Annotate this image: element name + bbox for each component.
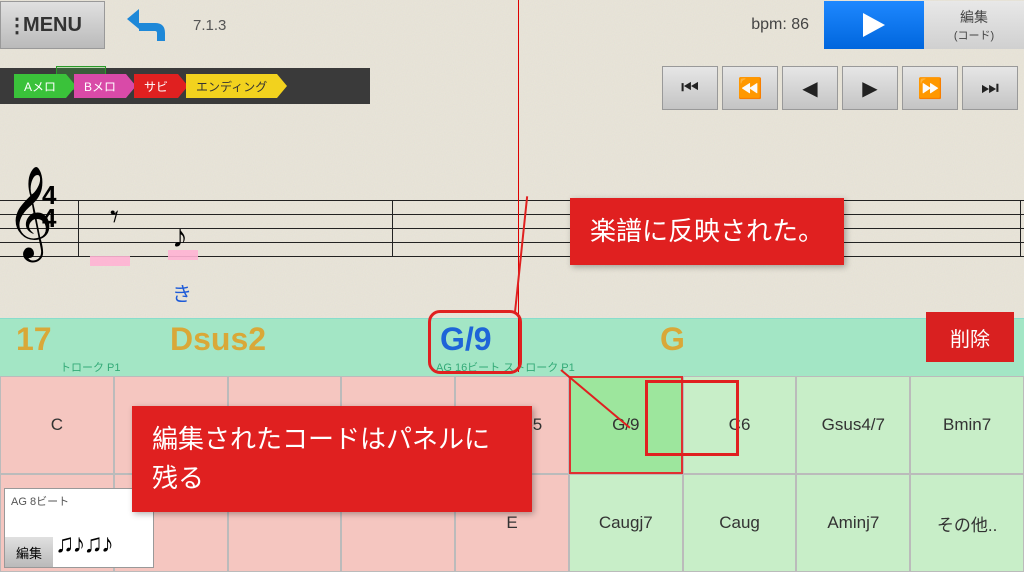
chord-cell[interactable]: その他..	[910, 474, 1024, 572]
chord-cell[interactable]: Bmin7	[910, 376, 1024, 474]
menu-button[interactable]: MENU	[0, 1, 105, 49]
callout-top: 楽譜に反映された。	[570, 198, 844, 265]
section-tag[interactable]: Bメロ	[74, 74, 126, 98]
play-icon	[859, 11, 889, 39]
mini-notes-icon: ♫♪♫♪	[55, 528, 112, 559]
edit-mode-label: 編集	[960, 7, 988, 27]
section-tag[interactable]: サビ	[134, 74, 178, 98]
highlight-grid-cell	[645, 380, 739, 456]
section-tag[interactable]: エンディング	[186, 74, 277, 98]
delete-button[interactable]: 削除	[926, 312, 1014, 362]
edit-mode-button[interactable]: 編集 (コード)	[924, 1, 1024, 49]
version-label: 7.1.3	[193, 17, 226, 34]
transport-controls: ⏮ ⏪ ◀ ▶ ⏩ ⏭	[662, 66, 1018, 110]
chord-label[interactable]: G	[660, 321, 685, 358]
prev-button[interactable]: ◀	[782, 66, 838, 110]
undo-button[interactable]	[125, 3, 173, 48]
pattern-label: トローク P1	[60, 359, 121, 375]
chord-cell[interactable]: Aminj7	[796, 474, 910, 572]
ff-button[interactable]: ⏩	[902, 66, 958, 110]
mini-pattern-label: AG 8ビート	[11, 493, 69, 509]
next-button[interactable]: ▶	[842, 66, 898, 110]
time-signature: 44	[42, 184, 56, 231]
first-button[interactable]: ⏮	[662, 66, 718, 110]
staff-lines	[0, 200, 1024, 270]
rewind-button[interactable]: ⏪	[722, 66, 778, 110]
edit-mode-sub: (コード)	[954, 27, 994, 43]
chord-cell[interactable]: Gsus4/7	[796, 376, 910, 474]
highlight-chord	[428, 310, 522, 374]
chord-cell[interactable]: Caugj7	[569, 474, 683, 572]
eighth-rest-icon: 𝄾	[110, 198, 119, 237]
top-toolbar: MENU 7.1.3 bpm: 86 編集 (コード)	[0, 0, 1024, 50]
chord-cell[interactable]: C	[0, 376, 114, 474]
callout-bottom: 編集されたコードはパネルに残る	[132, 406, 532, 512]
play-button[interactable]	[824, 1, 924, 49]
last-button[interactable]: ⏭	[962, 66, 1018, 110]
staff-area[interactable]: 𝄞 44 𝄾 ♪ き	[0, 190, 1024, 280]
undo-icon	[125, 3, 173, 43]
chord-label[interactable]: 17	[16, 321, 52, 358]
section-tags: Aメロ Bメロサビエンディング	[0, 68, 370, 104]
chord-cell[interactable]: Caug	[683, 474, 797, 572]
lyric-text: き	[172, 278, 192, 307]
chord-label[interactable]: Dsus2	[170, 321, 266, 358]
mini-edit-button[interactable]: 編集	[5, 537, 53, 567]
bpm-label: bpm: 86	[751, 16, 809, 34]
section-tag[interactable]: Aメロ	[14, 74, 66, 98]
